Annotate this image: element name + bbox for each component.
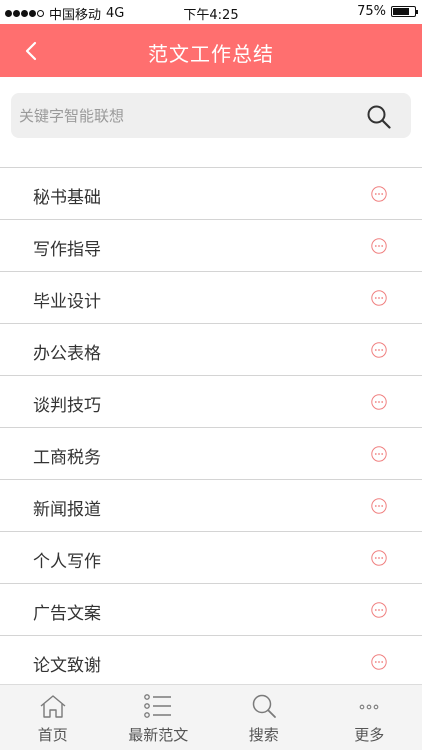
more-options-icon[interactable] bbox=[371, 342, 387, 358]
list-item-label: 办公表格 bbox=[33, 344, 101, 364]
more-options-icon[interactable] bbox=[371, 446, 387, 462]
more-options-icon[interactable] bbox=[371, 654, 387, 670]
list-item[interactable]: 办公表格 bbox=[0, 324, 422, 376]
nav-bar: 范文工作总结 bbox=[0, 24, 422, 77]
tab-latest[interactable]: 最新范文 bbox=[106, 685, 212, 750]
battery-fill bbox=[393, 8, 409, 15]
home-icon bbox=[40, 695, 66, 718]
list-item[interactable]: 新闻报道 bbox=[0, 480, 422, 532]
tab-label: 最新范文 bbox=[128, 726, 189, 744]
more-options-icon[interactable] bbox=[371, 498, 387, 514]
list-item[interactable]: 广告文案 bbox=[0, 584, 422, 636]
list-item-label: 谈判技巧 bbox=[33, 396, 101, 416]
search-button[interactable] bbox=[365, 103, 393, 131]
battery-icon bbox=[391, 6, 418, 17]
tab-label: 搜索 bbox=[248, 726, 279, 744]
list-item[interactable]: 个人写作 bbox=[0, 532, 422, 584]
list-item-label: 论文致谢 bbox=[33, 656, 101, 676]
list-item[interactable]: 毕业设计 bbox=[0, 272, 422, 324]
list-item-label: 个人写作 bbox=[33, 552, 101, 572]
more-options-icon[interactable] bbox=[371, 238, 387, 254]
search-input[interactable] bbox=[19, 93, 359, 138]
search-icon bbox=[367, 105, 391, 129]
tab-label: 首页 bbox=[37, 726, 68, 744]
search-icon bbox=[252, 694, 276, 718]
tab-home[interactable]: 首页 bbox=[0, 685, 106, 750]
tab-more[interactable]: 更多 bbox=[317, 685, 422, 750]
list-item-label: 毕业设计 bbox=[33, 292, 101, 312]
status-bar: 中国移动 4G 下午4:25 75% bbox=[0, 0, 422, 24]
more-options-icon[interactable] bbox=[371, 394, 387, 410]
more-options-icon[interactable] bbox=[371, 186, 387, 202]
more-options-icon[interactable] bbox=[371, 602, 387, 618]
status-right: 75% bbox=[357, 4, 418, 19]
list-item[interactable]: 写作指导 bbox=[0, 220, 422, 272]
more-options-icon[interactable] bbox=[371, 550, 387, 566]
tab-label: 更多 bbox=[354, 726, 385, 744]
list-item-label: 广告文案 bbox=[33, 604, 101, 624]
list-item-label: 工商税务 bbox=[33, 448, 101, 468]
list-item-label: 写作指导 bbox=[33, 240, 101, 260]
list-item[interactable]: 工商税务 bbox=[0, 428, 422, 480]
category-list: 秘书基础 写作指导 毕业设计 办公表格 谈判技巧 工商税务 新闻报道 个人写作 … bbox=[0, 167, 422, 688]
battery-percent: 75% bbox=[357, 4, 386, 19]
list-item-label: 新闻报道 bbox=[33, 500, 101, 520]
list-item-label: 秘书基础 bbox=[33, 188, 101, 208]
list-item[interactable]: 谈判技巧 bbox=[0, 376, 422, 428]
tab-search[interactable]: 搜索 bbox=[211, 685, 317, 750]
more-options-icon[interactable] bbox=[371, 290, 387, 306]
page-title: 范文工作总结 bbox=[148, 42, 274, 66]
more-icon bbox=[359, 704, 379, 710]
list-icon bbox=[144, 694, 172, 718]
list-item[interactable]: 秘书基础 bbox=[0, 168, 422, 220]
tab-bar: 首页 最新范文 搜索 更多 bbox=[0, 684, 422, 750]
search-bar bbox=[11, 93, 411, 138]
list-item[interactable]: 论文致谢 bbox=[0, 636, 422, 688]
